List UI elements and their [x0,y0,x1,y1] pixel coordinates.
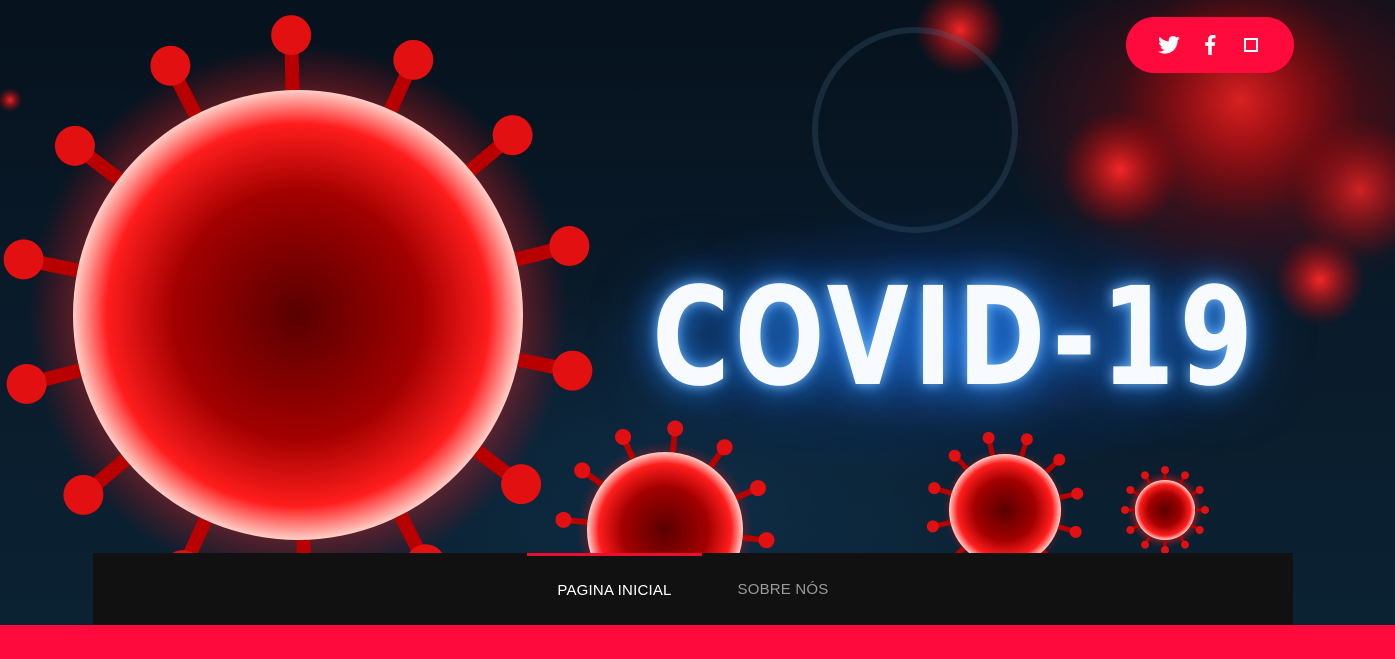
nav-item-sobre-nos[interactable]: SOBRE NÓS [702,553,864,625]
main-navbar: PAGINA INICIAL SOBRE NÓS [93,553,1293,625]
instagram-icon[interactable] [1239,33,1263,57]
twitter-icon[interactable] [1157,33,1181,57]
hero-title: COVID-19 [652,259,1258,417]
facebook-icon[interactable] [1198,33,1222,57]
nav-item-label: SOBRE NÓS [737,580,829,598]
hero-banner: COVID-19 [0,0,1395,625]
bottom-accent-bar [0,625,1395,659]
nav-item-pagina-inicial[interactable]: PAGINA INICIAL [527,553,702,625]
social-links [1126,17,1294,73]
nav-item-label: PAGINA INICIAL [557,582,672,599]
